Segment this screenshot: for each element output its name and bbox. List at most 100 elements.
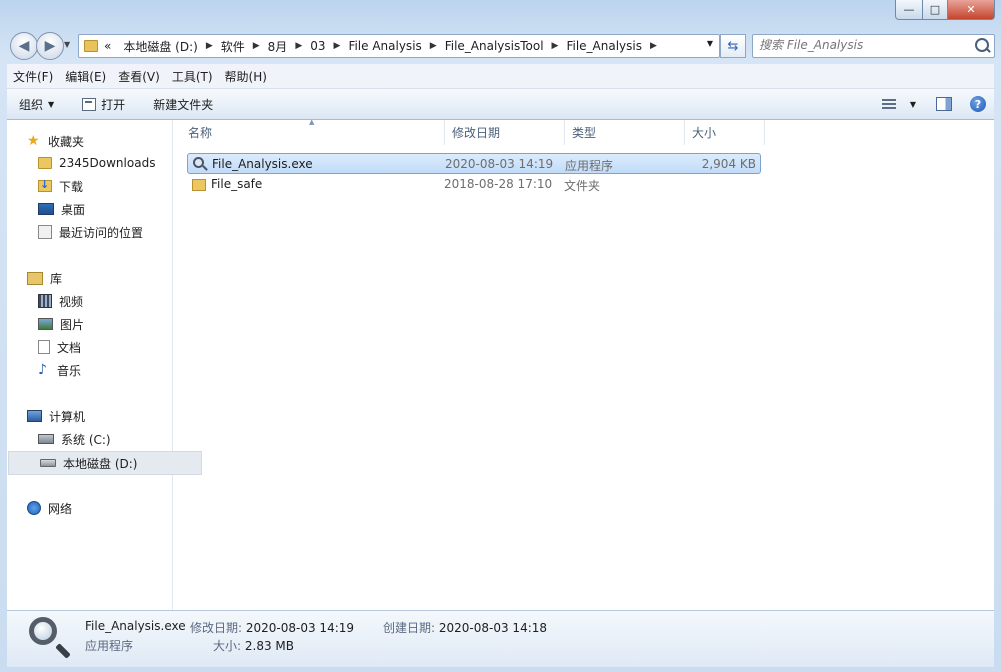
details-pane: File_Analysis.exe 应用程序 修改日期: 2020-08-03 … (7, 610, 994, 667)
network-icon (27, 501, 41, 515)
breadcrumb-chevron-icon[interactable]: ▶ (550, 41, 561, 51)
minimize-button[interactable]: — (895, 0, 923, 20)
nav-label: 收藏夹 (48, 134, 85, 149)
open-label: 打开 (101, 97, 126, 112)
nav-pictures[interactable]: 图片 (7, 313, 203, 335)
column-label: 类型 (572, 126, 597, 140)
computer-icon (27, 410, 42, 422)
details-modified-label: 修改日期: (190, 621, 243, 635)
system-drive-icon (38, 434, 54, 444)
file-date: 2018-08-28 17:10 (444, 177, 553, 191)
nav-videos[interactable]: 视频 (7, 290, 203, 312)
nav-libraries[interactable]: 库 (7, 267, 192, 289)
file-row[interactable]: File_Analysis.exe 2020-08-03 14:19 应用程序 … (187, 153, 761, 174)
breadcrumb-item[interactable]: 软件 (215, 38, 251, 55)
breadcrumb-chevron-icon[interactable]: ▶ (204, 41, 215, 51)
back-button[interactable]: ◀ (10, 32, 38, 60)
address-bar[interactable]: « 本地磁盘 (D:) ▶ 软件 ▶ 8月 ▶ 03 ▶ File Analysis ▶ … (78, 34, 720, 58)
breadcrumb-item[interactable]: 03 (304, 39, 331, 53)
nav-label: 2345Downloads (59, 156, 156, 170)
refresh-button[interactable]: ⇆ (720, 34, 746, 58)
breadcrumb-chevron-icon[interactable]: ▶ (648, 41, 659, 51)
menu-view[interactable]: 查看(V) (112, 68, 166, 85)
column-header-size[interactable]: 大小 (685, 120, 765, 145)
chevron-down-icon: ▼ (48, 99, 55, 109)
breadcrumb-chevron-icon[interactable]: ▶ (251, 41, 262, 51)
file-size: 2,904 KB (701, 157, 756, 171)
navigation-pane: ★ 收藏夹 2345Downloads 下载 桌面 最近访问的位置 库 视频 图片… (7, 120, 202, 610)
command-bar: 组织 ▼ 打开 新建文件夹 ▼ ? (7, 89, 994, 120)
nav-downloads[interactable]: 下载 (7, 175, 203, 197)
details-filename-value: File_Analysis.exe (85, 619, 186, 633)
pictures-icon (38, 318, 53, 330)
view-options-dropdown-icon[interactable]: ▼ (910, 100, 916, 109)
application-icon (193, 157, 204, 168)
menu-file[interactable]: 文件(F) (7, 68, 59, 85)
column-header-type[interactable]: 类型 (565, 120, 685, 145)
recent-pages-dropdown-icon[interactable]: ▼ (64, 40, 70, 49)
address-row: ◀ ▶ ▼ « 本地磁盘 (D:) ▶ 软件 ▶ 8月 ▶ 03 ▶ File Anal… (8, 30, 995, 60)
nav-documents[interactable]: 文档 (7, 336, 203, 358)
column-header-date[interactable]: 修改日期 (445, 120, 565, 145)
menu-bar: 文件(F) 编辑(E) 查看(V) 工具(T) 帮助(H) (7, 64, 994, 89)
details-modified: 修改日期: 2020-08-03 14:19 (190, 619, 354, 636)
search-icon[interactable] (975, 38, 989, 52)
desktop-icon (38, 203, 54, 215)
details-created-value: 2020-08-03 14:18 (438, 621, 548, 635)
nav-label: 图片 (60, 317, 85, 332)
nav-desktop[interactable]: 桌面 (7, 198, 203, 220)
folder-icon (192, 179, 206, 191)
menu-edit[interactable]: 编辑(E) (59, 68, 112, 85)
details-created: 创建日期: 2020-08-03 14:18 (383, 619, 547, 636)
nav-2345downloads[interactable]: 2345Downloads (7, 152, 203, 174)
nav-recent-places[interactable]: 最近访问的位置 (7, 221, 203, 243)
help-icon[interactable]: ? (970, 96, 986, 112)
organize-button[interactable]: 组织 ▼ (7, 89, 64, 119)
breadcrumb-item[interactable]: File Analysis (342, 39, 427, 53)
column-header-name[interactable]: ▲ 名称 (181, 118, 445, 145)
nav-favorites[interactable]: ★ 收藏夹 (7, 130, 192, 152)
menu-help[interactable]: 帮助(H) (219, 68, 273, 85)
drive-icon (40, 459, 56, 467)
nav-drive-d[interactable]: 本地磁盘 (D:) (8, 451, 202, 475)
nav-computer[interactable]: 计算机 (7, 405, 192, 427)
close-button[interactable]: ✕ (948, 0, 995, 20)
preview-pane-icon[interactable] (936, 97, 952, 111)
search-box (752, 34, 995, 58)
view-controls: ▼ ? (881, 89, 986, 119)
breadcrumb: « 本地磁盘 (D:) ▶ 软件 ▶ 8月 ▶ 03 ▶ File Analysis ▶ … (98, 38, 659, 55)
details-size-value: 2.83 MB (244, 639, 294, 653)
forward-arrow-icon: ▶ (44, 38, 56, 54)
address-dropdown-icon[interactable]: ▼ (707, 39, 713, 48)
change-view-icon[interactable] (881, 98, 896, 110)
downloads-icon (38, 178, 52, 192)
maximize-button[interactable]: □ (923, 0, 948, 20)
menu-tools[interactable]: 工具(T) (166, 68, 219, 85)
explorer-window: — □ ✕ ◀ ▶ ▼ « 本地磁盘 (D:) ▶ 软件 ▶ 8月 ▶ 03 ▶ Fil… (0, 0, 1001, 672)
refresh-icon: ⇆ (727, 38, 739, 54)
breadcrumb-item[interactable]: File_AnalysisTool (439, 39, 550, 53)
breadcrumb-item[interactable]: 8月 (262, 38, 294, 55)
column-label: 修改日期 (452, 126, 501, 140)
details-size-label: 大小: (213, 639, 242, 653)
new-folder-button[interactable]: 新建文件夹 (135, 89, 223, 119)
file-row[interactable]: File_safe 2018-08-28 17:10 文件夹 (187, 174, 761, 195)
music-icon: ♪ (38, 361, 47, 378)
breadcrumb-item[interactable]: 本地磁盘 (D:) (117, 38, 203, 55)
breadcrumb-overflow[interactable]: « (98, 39, 117, 53)
recent-places-icon (38, 225, 52, 239)
search-input[interactable] (753, 35, 964, 55)
nav-music[interactable]: ♪ 音乐 (7, 359, 203, 381)
open-button[interactable]: 打开 (64, 89, 135, 119)
details-created-label: 创建日期: (383, 621, 436, 635)
breadcrumb-chevron-icon[interactable]: ▶ (428, 41, 439, 51)
forward-button[interactable]: ▶ (36, 32, 64, 60)
nav-network[interactable]: 网络 (7, 497, 192, 519)
nav-label: 音乐 (57, 363, 82, 378)
breadcrumb-chevron-icon[interactable]: ▶ (332, 41, 343, 51)
breadcrumb-chevron-icon[interactable]: ▶ (293, 41, 304, 51)
nav-drive-c[interactable]: 系统 (C:) (7, 428, 203, 450)
breadcrumb-item[interactable]: File_Analysis (560, 39, 648, 53)
back-arrow-icon: ◀ (18, 38, 30, 54)
document-icon (38, 340, 50, 354)
